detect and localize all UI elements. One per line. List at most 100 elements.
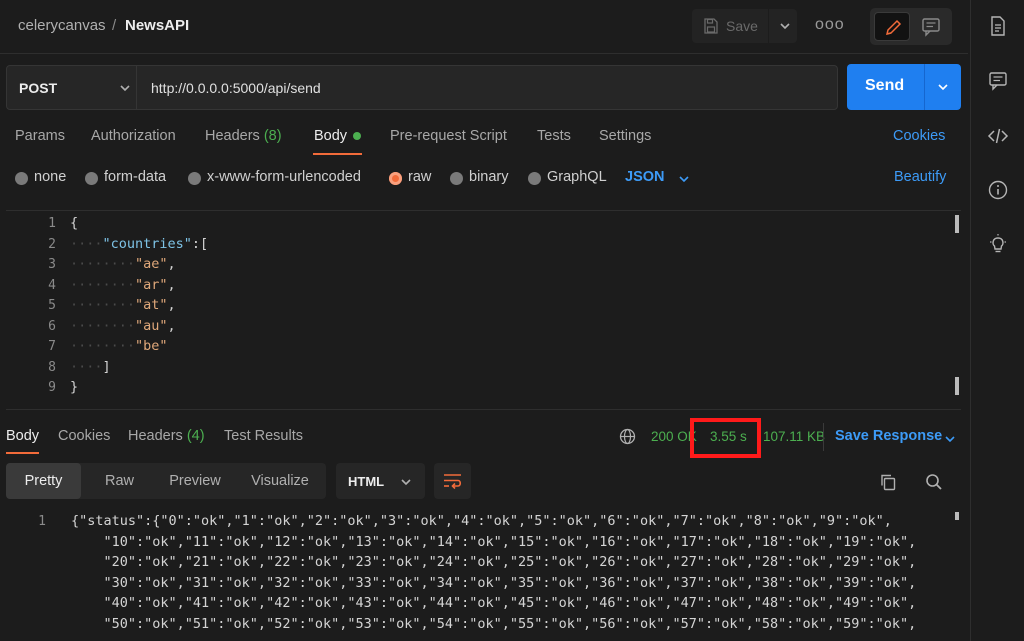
radio-binary[interactable] bbox=[450, 172, 463, 185]
method-label: POST bbox=[19, 80, 58, 96]
code-icon[interactable] bbox=[987, 125, 1009, 147]
response-tab-headers-label: Headers bbox=[128, 428, 183, 444]
response-code-line: "40":"ok","41":"ok","42":"ok","43":"ok",… bbox=[71, 595, 917, 611]
json-key: "countries" bbox=[102, 235, 192, 252]
highlight-annotation-box bbox=[690, 418, 761, 458]
info-icon[interactable] bbox=[987, 179, 1009, 201]
response-body-viewer[interactable]: 1 {"status":{"0":"ok","1":"ok","2":"ok",… bbox=[6, 508, 961, 641]
code-line: ····"countries":[ bbox=[70, 236, 208, 252]
chevron-down-icon[interactable] bbox=[936, 80, 950, 94]
breadcrumb-separator: / bbox=[112, 17, 117, 34]
view-preview-button[interactable]: Preview bbox=[156, 463, 234, 499]
radio-form-data[interactable] bbox=[85, 172, 98, 185]
code-line: { bbox=[70, 215, 79, 231]
response-size[interactable]: 107.11 KB bbox=[763, 429, 825, 444]
response-tab-body[interactable]: Body bbox=[6, 428, 39, 444]
response-language-select[interactable]: HTML bbox=[336, 463, 425, 499]
line-number: 6 bbox=[48, 318, 56, 334]
document-icon[interactable] bbox=[987, 15, 1009, 37]
response-scrollbar[interactable] bbox=[954, 508, 960, 641]
more-options-button[interactable]: ooo bbox=[815, 16, 845, 34]
tab-pre-request-script[interactable]: Pre-request Script bbox=[390, 128, 507, 144]
indent-guide: ········ bbox=[70, 297, 136, 313]
request-body-editor[interactable]: 1 2 3 4 5 6 7 8 9 { ····"countries":[ ··… bbox=[6, 210, 961, 410]
radio-binary-label[interactable]: binary bbox=[469, 169, 509, 185]
line-number: 9 bbox=[48, 380, 56, 395]
save-button[interactable]: Save bbox=[692, 9, 797, 43]
response-code-line: {"status":{"0":"ok","1":"ok","2":"ok","3… bbox=[71, 513, 892, 529]
body-format-select[interactable]: JSON bbox=[625, 169, 665, 185]
scrollbar-thumb[interactable] bbox=[955, 377, 959, 395]
edit-mode-button[interactable] bbox=[874, 12, 910, 41]
json-punct: :[ bbox=[191, 235, 209, 252]
chevron-down-icon[interactable] bbox=[677, 172, 691, 186]
search-icon[interactable] bbox=[924, 472, 944, 492]
cookies-link[interactable]: Cookies bbox=[893, 128, 945, 144]
radio-raw-label[interactable]: raw bbox=[408, 169, 431, 185]
body-status-dot bbox=[353, 132, 361, 140]
tab-authorization[interactable]: Authorization bbox=[91, 128, 176, 144]
radio-raw[interactable] bbox=[389, 172, 402, 185]
save-response-button[interactable]: Save Response bbox=[835, 428, 942, 444]
active-tab-indicator bbox=[6, 452, 39, 454]
view-raw-button[interactable]: Raw bbox=[86, 463, 153, 499]
copy-icon[interactable] bbox=[878, 472, 898, 492]
method-select[interactable]: POST bbox=[6, 65, 137, 110]
line-number: 2 bbox=[48, 236, 56, 252]
radio-graphql[interactable] bbox=[528, 172, 541, 185]
chevron-down-icon bbox=[120, 85, 130, 92]
radio-none-label[interactable]: none bbox=[34, 169, 66, 185]
active-tab-indicator bbox=[313, 153, 362, 155]
divider bbox=[823, 423, 824, 451]
send-divider bbox=[924, 64, 925, 110]
response-tab-test-results[interactable]: Test Results bbox=[224, 428, 303, 444]
scrollbar-thumb[interactable] bbox=[955, 215, 959, 233]
radio-none[interactable] bbox=[15, 172, 28, 185]
breadcrumb-request-name[interactable]: NewsAPI bbox=[125, 17, 189, 34]
save-label: Save bbox=[726, 18, 758, 34]
json-string: "au" bbox=[135, 317, 168, 334]
editor-scrollbar[interactable] bbox=[954, 211, 960, 409]
send-button[interactable]: Send bbox=[847, 64, 961, 110]
radio-urlencoded[interactable] bbox=[188, 172, 201, 185]
globe-icon[interactable] bbox=[619, 428, 636, 445]
chevron-down-icon[interactable] bbox=[778, 19, 792, 33]
json-string: "ar" bbox=[135, 276, 168, 293]
response-tab-cookies[interactable]: Cookies bbox=[58, 428, 110, 444]
radio-form-data-label[interactable]: form-data bbox=[104, 169, 166, 185]
radio-graphql-label[interactable]: GraphQL bbox=[547, 169, 607, 185]
view-visualize-button[interactable]: Visualize bbox=[240, 463, 320, 499]
wrap-lines-button[interactable] bbox=[434, 463, 471, 499]
url-input[interactable]: http://0.0.0.0:5000/api/send bbox=[136, 65, 838, 110]
pencil-icon bbox=[885, 19, 902, 36]
tab-headers-count: (8) bbox=[263, 128, 282, 144]
comment-icon[interactable] bbox=[987, 70, 1009, 92]
tab-headers[interactable]: Headers (8) bbox=[205, 128, 282, 144]
response-code-line: "20":"ok","21":"ok","22":"ok","23":"ok",… bbox=[71, 554, 917, 570]
tab-tests[interactable]: Tests bbox=[537, 128, 571, 144]
tab-settings[interactable]: Settings bbox=[599, 128, 651, 144]
breadcrumb-workspace[interactable]: celerycanvas bbox=[18, 17, 106, 34]
radio-urlencoded-label[interactable]: x-www-form-urlencoded bbox=[207, 169, 361, 185]
code-line: } bbox=[70, 379, 79, 395]
comment-mode-button[interactable] bbox=[914, 12, 948, 41]
indent-guide: ········ bbox=[70, 276, 136, 293]
indent-guide: ········ bbox=[70, 256, 136, 272]
indent-guide: ········ bbox=[70, 317, 136, 334]
tab-params[interactable]: Params bbox=[15, 128, 65, 144]
response-view-tabs: Pretty Raw Preview Visualize bbox=[6, 463, 326, 499]
line-number: 3 bbox=[48, 257, 56, 272]
view-pretty-button[interactable]: Pretty bbox=[6, 463, 81, 499]
response-tab-headers[interactable]: Headers (4) bbox=[128, 428, 205, 444]
code-line: ········"ar", bbox=[70, 276, 176, 293]
save-divider bbox=[768, 9, 769, 43]
response-language-label: HTML bbox=[348, 474, 385, 489]
code-line: ········"au", bbox=[70, 317, 176, 334]
scrollbar-thumb[interactable] bbox=[955, 512, 959, 520]
beautify-link[interactable]: Beautify bbox=[894, 169, 946, 185]
lightbulb-icon[interactable] bbox=[987, 233, 1009, 255]
code-line: ········"be" bbox=[70, 338, 168, 354]
tab-body[interactable]: Body bbox=[314, 128, 347, 144]
chevron-down-icon[interactable] bbox=[943, 432, 957, 446]
code-line: ········"ae", bbox=[70, 256, 176, 272]
